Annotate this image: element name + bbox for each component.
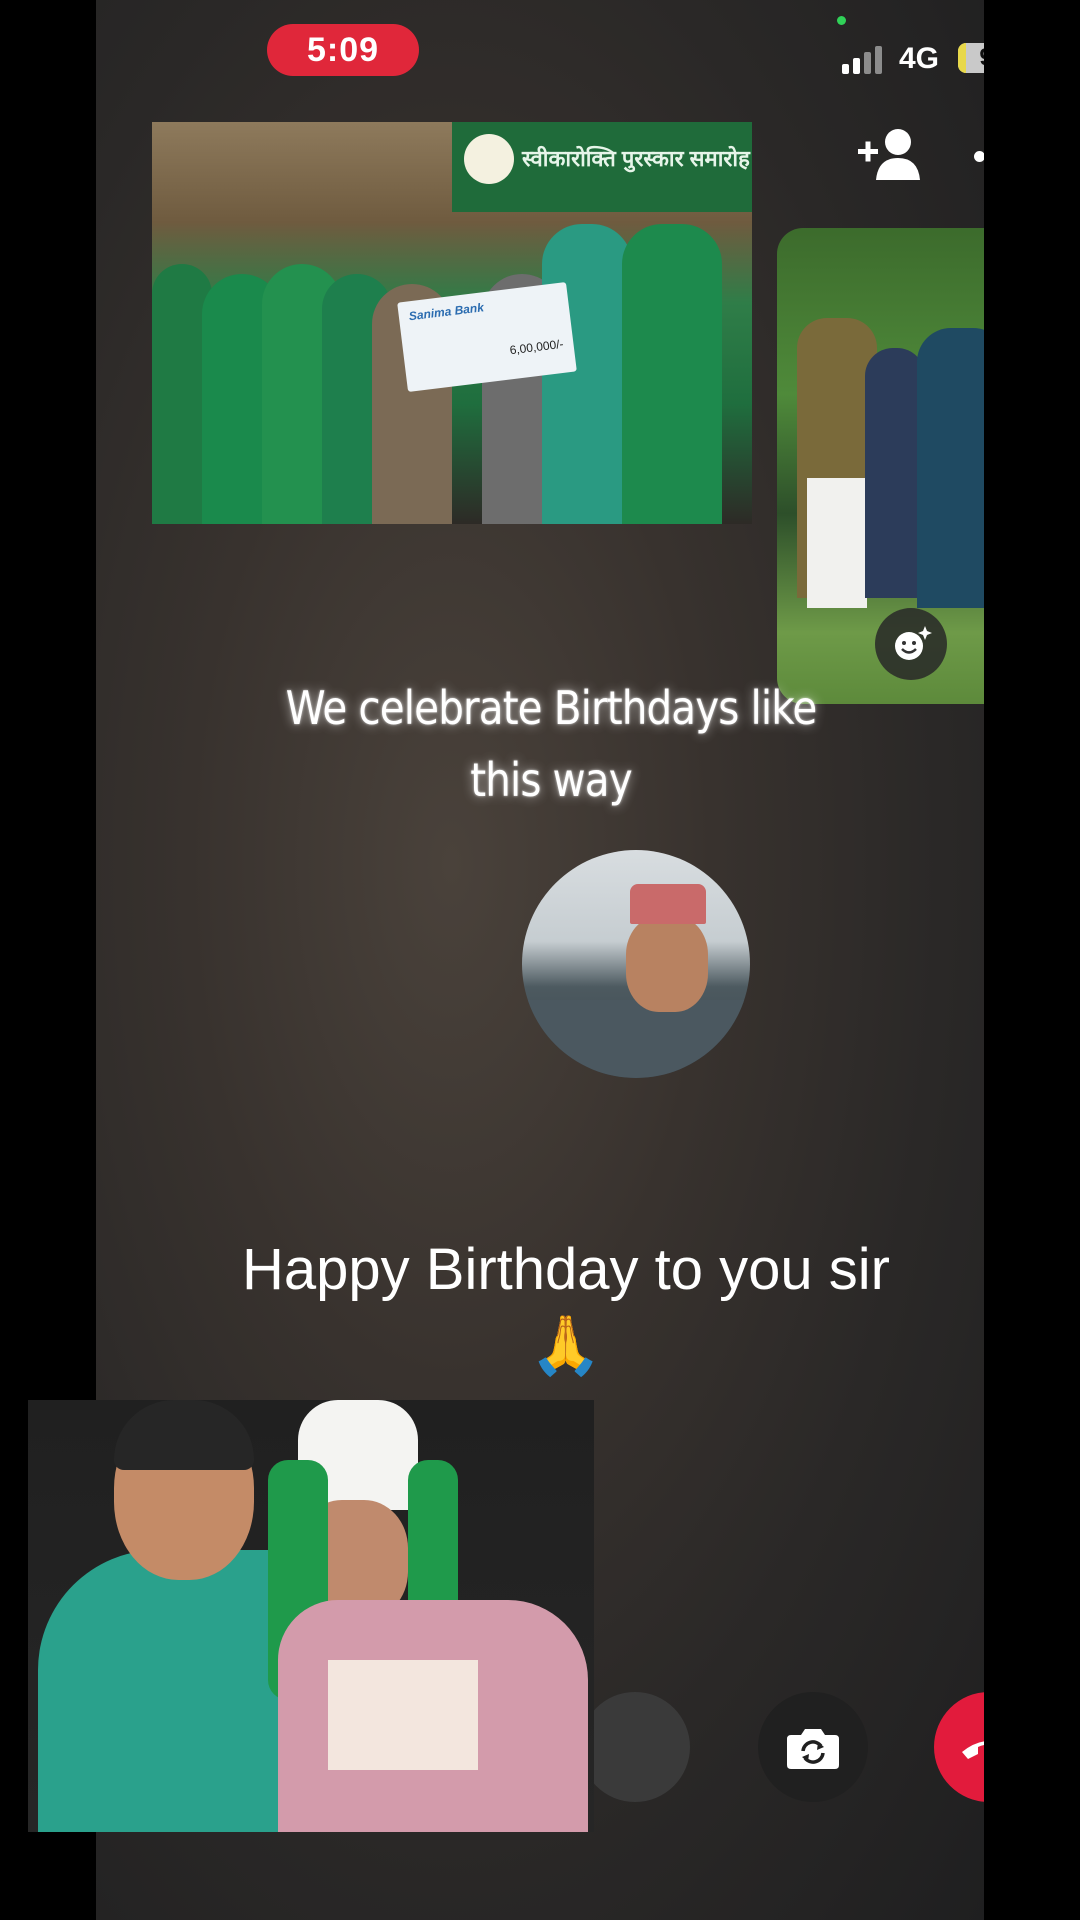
banner-text: स्वीकारोक्ति पुरस्कार समारोह	[522, 146, 750, 171]
ceremony-logo-icon	[464, 134, 514, 184]
folded-hands-emoji: 🙏	[529, 1313, 603, 1378]
cheque-bank: Sanima Bank	[408, 300, 485, 324]
caller-avatar	[522, 850, 750, 1078]
caption-celebrate: We celebrate Birthdays like this way	[285, 681, 818, 807]
more-options-button[interactable]	[974, 138, 984, 174]
cheque-amount: 6,00,000/-	[508, 336, 565, 358]
self-camera-view[interactable]	[777, 228, 984, 704]
caption-birthday-text: Happy Birthday to you sir	[242, 1237, 890, 1302]
flip-camera-button[interactable]	[758, 1692, 868, 1802]
caption-birthday: Happy Birthday to you sir 🙏	[206, 1232, 926, 1384]
hidden-control-button[interactable]	[580, 1692, 690, 1802]
status-time-pill[interactable]: 5:09	[267, 24, 419, 76]
phone-hangup-icon	[962, 1741, 984, 1759]
camera-flip-icon	[787, 1729, 839, 1769]
mic-indicator-dot	[837, 16, 846, 25]
network-type: 4G	[899, 42, 940, 75]
ellipsis-icon	[974, 150, 984, 162]
cellular-signal-icon	[842, 44, 886, 74]
person-plus-icon	[858, 129, 920, 180]
ceremony-photo: स्वीकारोक्ति पुरस्कार समारोह Sanima Bank…	[152, 122, 752, 524]
status-time: 5:09	[306, 30, 380, 69]
add-person-button[interactable]	[856, 126, 924, 182]
effects-button[interactable]	[875, 608, 947, 680]
battery-icon: 9	[958, 43, 984, 73]
end-call-button[interactable]	[934, 1692, 984, 1802]
ceremony-banner: स्वीकारोक्ति पुरस्कार समारोह	[452, 122, 752, 212]
battery-level: 9	[979, 44, 984, 72]
scarf-ceremony-photo	[28, 1400, 594, 1832]
smiley-sparkle-icon	[895, 626, 932, 660]
